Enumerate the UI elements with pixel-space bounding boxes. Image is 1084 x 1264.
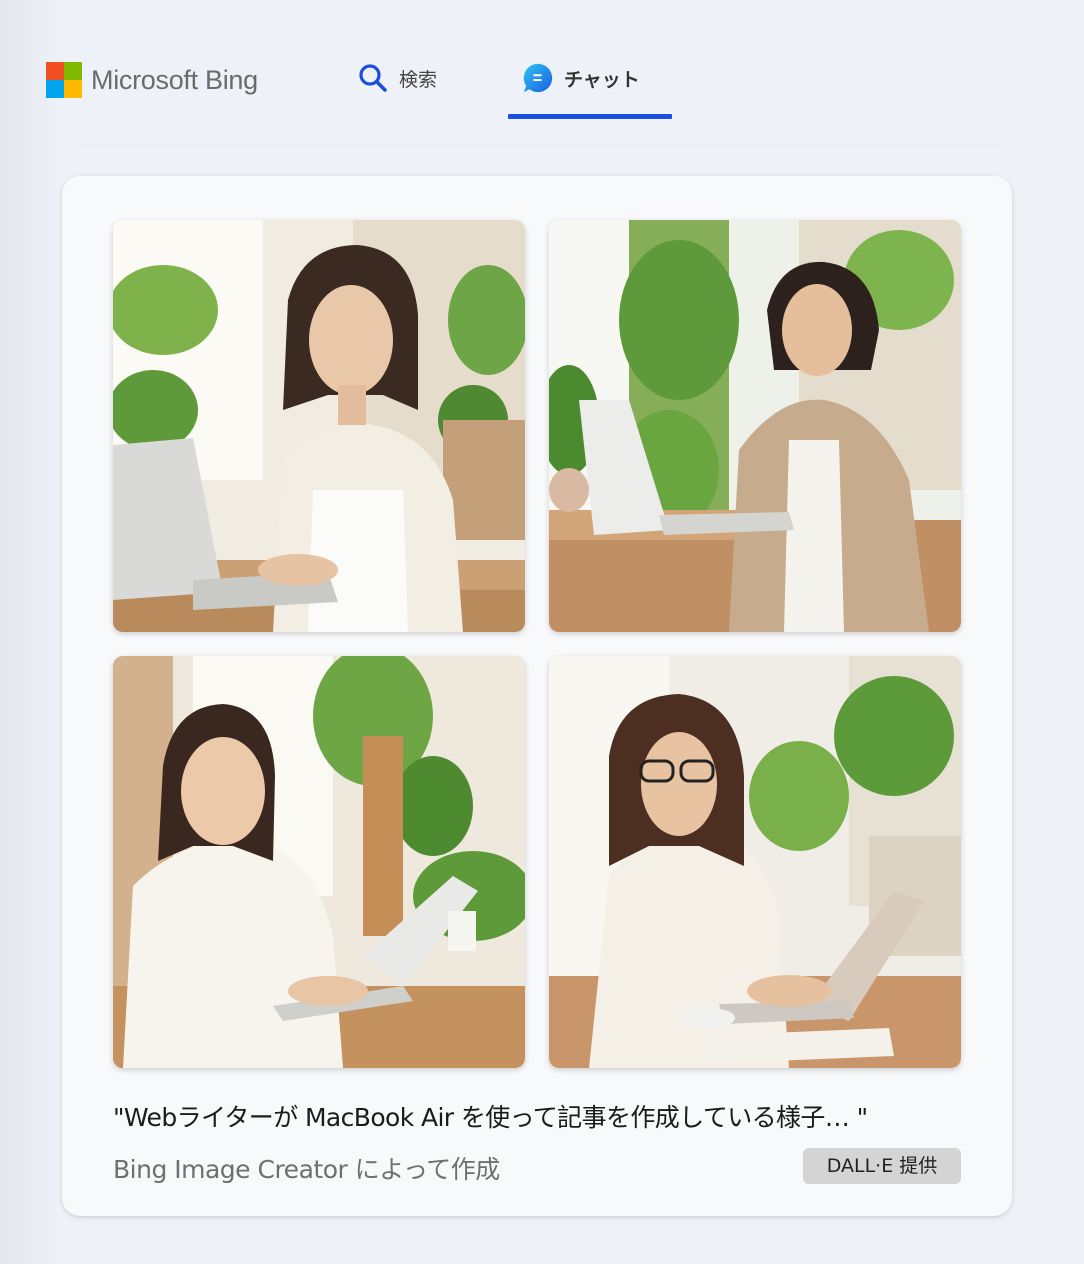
generated-image-4[interactable] [549, 656, 961, 1068]
tab-search-label: 検索 [399, 68, 438, 91]
tab-search[interactable]: 検索 [357, 60, 437, 96]
brand-name: Microsoft Bing [91, 64, 258, 95]
microsoft-logo-icon [46, 62, 82, 98]
generated-image-3[interactable] [113, 656, 525, 1068]
image-prompt-text: "Webライターが MacBook Air を使って記事を作成している様子… " [113, 1103, 868, 1132]
image-result-card: "Webライターが MacBook Air を使って記事を作成している様子… "… [62, 176, 1012, 1216]
generated-image-2[interactable] [549, 220, 961, 632]
bing-logo[interactable]: Microsoft Bing [46, 62, 258, 98]
active-tab-indicator [508, 114, 672, 119]
top-bar: Microsoft Bing 検索 チャット [0, 0, 1084, 145]
tab-chat-label: チャット [564, 68, 640, 91]
left-edge-shade [0, 0, 60, 1264]
header-divider [78, 145, 998, 146]
creator-attribution: Bing Image Creator によって作成 [113, 1155, 500, 1184]
search-icon [357, 62, 389, 94]
provider-badge: DALL·E 提供 [803, 1148, 961, 1184]
chat-icon [522, 62, 554, 94]
tab-chat[interactable]: チャット [522, 60, 640, 96]
generated-image-1[interactable] [113, 220, 525, 632]
